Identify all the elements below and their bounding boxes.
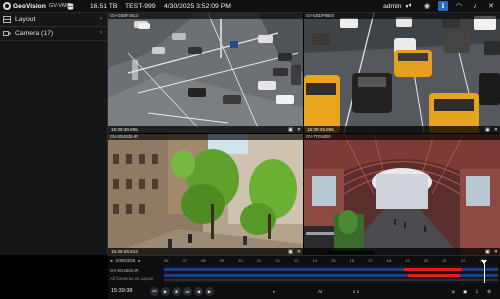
chevron-right-icon: ›: [100, 30, 102, 36]
stop-icon[interactable]: ■: [172, 287, 181, 296]
sidebar-item-label: Layout: [15, 16, 36, 23]
user-name: admin: [383, 3, 402, 10]
tile-footer: 15:39:38.865 ▣ ✕: [108, 126, 303, 133]
bell-icon[interactable]: ♪: [470, 1, 480, 11]
snapshot-icon[interactable]: ▣: [463, 289, 467, 295]
prev-icon[interactable]: ⏮︎: [150, 287, 159, 296]
timeline-hour-label: 14: [312, 258, 317, 263]
tile-footer: ▣ ✕: [304, 248, 500, 255]
tile-footer: 15:39:38.913 ▣ ✕: [108, 248, 303, 255]
database-icon: [67, 3, 74, 10]
play-icon[interactable]: ▶︎: [161, 287, 170, 296]
step-forward-icon[interactable]: ▶︎: [205, 287, 214, 296]
volume-icon[interactable]: 🔈︎: [406, 1, 416, 11]
server-name: TEST-999: [125, 3, 156, 10]
next-icon[interactable]: ⏭︎: [183, 287, 192, 296]
video-tile-4[interactable]: GV-TFD4800 ▣ ✕: [304, 134, 500, 255]
timeline-hour-label: 16: [349, 258, 354, 263]
top-bar: GeoVision GV-VMS 16.51 TB TEST-999 4/30/…: [0, 0, 500, 13]
volume-icon[interactable]: 🔈︎: [273, 289, 276, 294]
tile-footer: 15:39:38.865 ▣ ✕: [304, 126, 500, 133]
timeline-hour-label: 21: [442, 258, 447, 263]
playback-speed[interactable]: x 1: [353, 289, 359, 294]
timeline-hour-label: 19: [405, 258, 410, 263]
recording-segment: [408, 274, 460, 277]
timeline-hour-label: 20: [423, 258, 429, 263]
timeline-hour-label: 10: [238, 258, 243, 263]
video-tile-1[interactable]: GV-GEBF4913 15:39:38.865 ▣ ✕: [108, 13, 303, 133]
playback-timeline: ◂ 4/30/2025 ▸ GV-SD4825-IR All Cameras o…: [108, 255, 500, 299]
sidebar: Layout › Camera (17) ›: [0, 13, 108, 255]
download-icon[interactable]: ⇩: [475, 289, 479, 295]
tools-icon[interactable]: ✕: [494, 127, 498, 133]
video-grid: GV-GEBF4913 15:39:38.865 ▣ ✕ GV-EBDP8800…: [108, 13, 500, 255]
timeline-date-selector[interactable]: ◂ 4/30/2025 ▸: [110, 258, 141, 264]
settings-icon[interactable]: ⚙︎: [487, 289, 491, 295]
chevron-right-icon[interactable]: ▸: [138, 258, 140, 264]
tile-timestamp: 15:39:38.913: [111, 249, 138, 254]
video-feed-street-taxis: [304, 13, 500, 133]
step-back-icon[interactable]: ◀︎: [194, 287, 203, 296]
timeline-hour-label: 07: [182, 258, 187, 263]
cursor-marker-icon: [481, 260, 487, 264]
timeline-hour-label: 09: [219, 258, 225, 263]
timeline-hour-ticks: 06 07 08 09 10 11 12 13 14 15 16 17 18 19 20 21 22 23: [164, 257, 498, 265]
sidebar-item-layout[interactable]: Layout ›: [0, 13, 107, 27]
video-feed-plaza-trees: [108, 134, 303, 255]
export-icon[interactable]: ⇲: [451, 289, 455, 295]
timeline-camera-name: GV-SD4825-IR: [110, 268, 139, 273]
camera-name-bar: GV-TFD4800: [304, 134, 500, 140]
video-feed-intersection: [108, 13, 303, 133]
timeline-track-events: [164, 279, 498, 281]
snapshot-icon[interactable]: ▣: [288, 127, 293, 133]
timeline-hour-label: 12: [275, 258, 280, 263]
timeline-hour-label: 15: [331, 258, 336, 263]
playback-time: 15:39:38: [111, 288, 133, 294]
camera-icon: [3, 31, 11, 36]
camera-name-bar: GV-EBDP8800: [304, 13, 500, 19]
timeline-hour-label: 18: [386, 258, 392, 263]
playback-controls: 15:39:38 ⏮︎ ▶︎ ■ ⏭︎ ◀︎ ▶︎ 🔈︎ AI x 1 ⇲ ▣ …: [108, 284, 500, 299]
layout-icon: [3, 16, 11, 23]
timeline-hour-label: 08: [201, 258, 206, 263]
chevron-right-icon: ›: [100, 16, 102, 22]
tile-timestamp: 15:39:38.865: [111, 127, 138, 132]
storage-size: 16.51 TB: [90, 3, 118, 10]
playback-cursor[interactable]: [484, 263, 485, 283]
timeline-all-cameras: All Cameras on Layout: [110, 276, 154, 281]
current-datetime: 4/30/2025 3:52:09 PM: [164, 3, 231, 10]
timeline-hour-label: 13: [293, 258, 299, 263]
camera-name-bar: GV-GEBF4913: [108, 13, 303, 19]
wifi-icon[interactable]: ◠: [454, 1, 464, 11]
wrench-icon[interactable]: ✕: [486, 1, 496, 11]
recording-segment: [404, 268, 462, 271]
chevron-left-icon[interactable]: ◂: [110, 258, 112, 264]
camera-name-bar: GV-SD4825-IR: [108, 134, 303, 140]
geovision-logo-icon: [3, 2, 11, 10]
snapshot-icon[interactable]: ▣: [485, 127, 490, 133]
sidebar-item-label: Camera (17): [15, 30, 54, 37]
timeline-date: 4/30/2025: [115, 258, 136, 263]
timeline-hour-label: 06: [164, 258, 169, 263]
video-feed-train-station: [304, 134, 500, 255]
timeline-hour-label: 17: [368, 258, 373, 263]
eye-icon[interactable]: ◉: [422, 1, 432, 11]
zoom-level: AI: [318, 289, 323, 294]
timeline-hour-label: 22: [460, 258, 466, 263]
tools-icon[interactable]: ✕: [297, 127, 301, 133]
info-icon[interactable]: ℹ: [438, 1, 448, 11]
timeline-tracks[interactable]: [164, 260, 498, 283]
brand-name: GeoVision: [13, 2, 46, 10]
app-logo: GeoVision GV-VMS: [3, 2, 70, 10]
video-tile-2[interactable]: GV-EBDP8800 15:39:38.865 ▣ ✕: [304, 13, 500, 133]
timeline-hour-label: 11: [256, 258, 261, 263]
sidebar-item-camera[interactable]: Camera (17) ›: [0, 27, 107, 41]
video-tile-3[interactable]: GV-SD4825-IR 15:39:38.913 ▣ ✕: [108, 134, 303, 255]
tile-timestamp: 15:39:38.865: [307, 127, 334, 132]
